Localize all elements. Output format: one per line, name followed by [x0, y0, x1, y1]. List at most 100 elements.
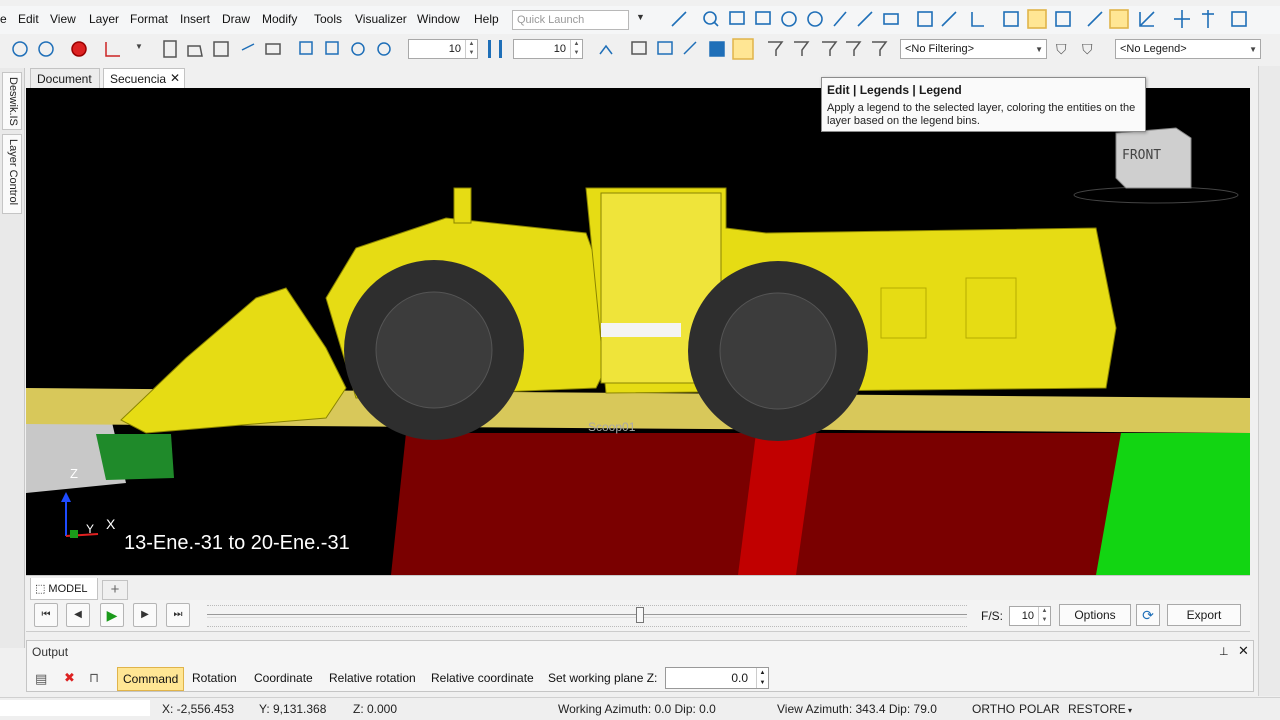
ortho-view-icon [299, 41, 313, 55]
print-icon [265, 43, 281, 55]
menu-file[interactable]: e [0, 12, 7, 26]
tab-secuencia[interactable]: Secuencia ✕ [103, 68, 185, 88]
status-view-azimuth: View Azimuth: 343.4 Dip: 79.0 [777, 702, 937, 716]
close-icon[interactable]: ✕ [170, 71, 180, 85]
tab-model[interactable]: ⬚ MODEL [30, 578, 98, 600]
tiles-icon [1231, 11, 1247, 27]
coordinate-button[interactable]: Coordinate [249, 667, 318, 691]
menu-tools[interactable]: Tools [314, 12, 342, 26]
zoom-extents-icon [729, 11, 745, 25]
open-file-icon [187, 45, 203, 57]
legend-combo[interactable]: <No Legend> ▼ [1115, 39, 1261, 59]
3d-viewport[interactable]: FRONT Z Y X Scoop01 13-Ene.-31 to 20-Ene… [26, 88, 1250, 575]
filter-combo[interactable]: <No Filtering> ▼ [900, 39, 1047, 59]
solid-icon [709, 41, 725, 57]
menu-edit[interactable]: Edit [18, 12, 39, 26]
playback-bar: ⏮ ◀ ▶ ▶ ⏭ F/S: 10 ▲ ▼ Options ⟳ Export [26, 600, 1250, 632]
menu-help[interactable]: Help [474, 12, 499, 26]
legend-table-icon [1027, 9, 1047, 29]
spin-box-2[interactable]: 10 ▲ ▼ [513, 39, 583, 59]
working-plane-z-input[interactable]: 0.0 ▲ ▼ [665, 667, 769, 689]
quick-launch-dropdown-icon[interactable]: ▼ [636, 12, 645, 22]
spin-box-1-arrows[interactable]: ▲ ▼ [465, 40, 477, 58]
refresh-icon: ⟳ [1142, 607, 1154, 623]
menu-window[interactable]: Window [417, 12, 460, 26]
status-input[interactable] [0, 700, 150, 716]
menu-insert[interactable]: Insert [180, 12, 210, 26]
play-button[interactable]: ▶ [100, 603, 124, 627]
third-toolbar-icons [599, 38, 888, 60]
front-tire [344, 260, 524, 440]
status-z: Z: 0.000 [353, 702, 398, 716]
menu-modify[interactable]: Modify [262, 12, 297, 26]
command-button[interactable]: Command [117, 667, 185, 691]
status-x: X: -2,556.453 [162, 702, 235, 716]
skip-first-icon: ⏮ [41, 609, 51, 620]
date-range-label: 13-Ene.-31 to 20-Ene.-31 [124, 532, 350, 554]
tooltip-body: Apply a legend to the selected layer, co… [827, 102, 1136, 127]
filter-clear-icon [872, 41, 888, 56]
filter-settings-icon[interactable]: ⛉ [1056, 41, 1067, 58]
skip-first-button[interactable]: ⏮ [34, 603, 58, 627]
ucs-dropdown-icon[interactable]: ▼ [135, 42, 143, 51]
relative-rotation-button[interactable]: Relative rotation [324, 667, 421, 691]
add-tab-button[interactable]: + [102, 580, 128, 600]
play-icon: ▶ [106, 607, 118, 623]
view-cube [1073, 127, 1239, 204]
options-button[interactable]: Options [1059, 604, 1131, 626]
restore-menu[interactable]: RESTORE ▾ [1068, 702, 1132, 716]
tab-layer-control[interactable]: Layer Control [2, 134, 22, 214]
fps-spin[interactable]: 10 ▲ ▼ [1009, 606, 1051, 626]
second-toolbar-icons [12, 40, 391, 58]
timeline-slider-thumb[interactable] [636, 607, 645, 623]
menu-format[interactable]: Format [130, 12, 168, 26]
clear-icon[interactable]: ✖ [64, 670, 75, 686]
polar-toggle[interactable]: POLAR [1019, 702, 1060, 716]
menu-draw[interactable]: Draw [222, 12, 250, 26]
cab-stripe [601, 323, 681, 337]
fps-label: F/S: [981, 609, 1004, 623]
export-button[interactable]: Export [1167, 604, 1241, 626]
relative-coordinate-button[interactable]: Relative coordinate [426, 667, 539, 691]
rear-tire [688, 261, 868, 441]
tooltip-title: Edit | Legends | Legend [827, 83, 962, 97]
legend-apply-icon [1109, 9, 1129, 29]
close-output-icon[interactable]: ✕ [1238, 643, 1249, 659]
pin-icon[interactable]: ⊥ [1219, 645, 1229, 658]
refresh-button[interactable]: ⟳ [1136, 604, 1160, 626]
clipboard-icon[interactable]: ▤ [35, 671, 47, 687]
step-forward-button[interactable]: ▶ [133, 603, 157, 627]
pan-icon [833, 11, 847, 27]
new-file-icon [163, 40, 177, 58]
lock-icon[interactable]: ⊓ [89, 670, 99, 686]
view-cube-label[interactable]: FRONT [1122, 148, 1161, 163]
ortho-toggle[interactable]: ORTHO [972, 702, 1015, 716]
working-plane-z-arrows[interactable]: ▲ ▼ [756, 668, 768, 688]
legend-filter-icon[interactable]: ⛉ [1082, 41, 1093, 58]
columns-icon[interactable] [488, 40, 502, 58]
drift-green [96, 434, 174, 480]
quick-launch-input[interactable]: Quick Launch [512, 10, 629, 30]
right-dock [1258, 66, 1280, 696]
step-back-button[interactable]: ◀ [66, 603, 90, 627]
tab-deswik-is[interactable]: Deswik.IS [2, 72, 22, 130]
tab-document-1[interactable]: Document 1 [30, 68, 100, 100]
skip-last-button[interactable]: ⏭ [166, 603, 190, 627]
filter-add-icon [794, 41, 810, 56]
menu-layer[interactable]: Layer [89, 12, 119, 26]
fps-spin-arrows[interactable]: ▲ ▼ [1038, 607, 1050, 625]
rotation-button[interactable]: Rotation [187, 667, 242, 691]
line-tool-icon [671, 11, 687, 27]
menu-view[interactable]: View [50, 12, 76, 26]
tab-secuencia-label: Secuencia [110, 72, 167, 86]
axis-x-label: X [106, 516, 116, 532]
axis-z-label: Z [70, 466, 78, 481]
render-icon [732, 38, 754, 60]
spin-box-2-arrows[interactable]: ▲ ▼ [570, 40, 582, 58]
spin-box-1[interactable]: 10 ▲ ▼ [408, 39, 478, 59]
scene-svg [26, 127, 1250, 575]
menu-visualizer[interactable]: Visualizer [355, 12, 407, 26]
orbit-icon [807, 11, 823, 27]
save-icon [213, 41, 229, 57]
timeline-slider[interactable] [207, 614, 967, 618]
